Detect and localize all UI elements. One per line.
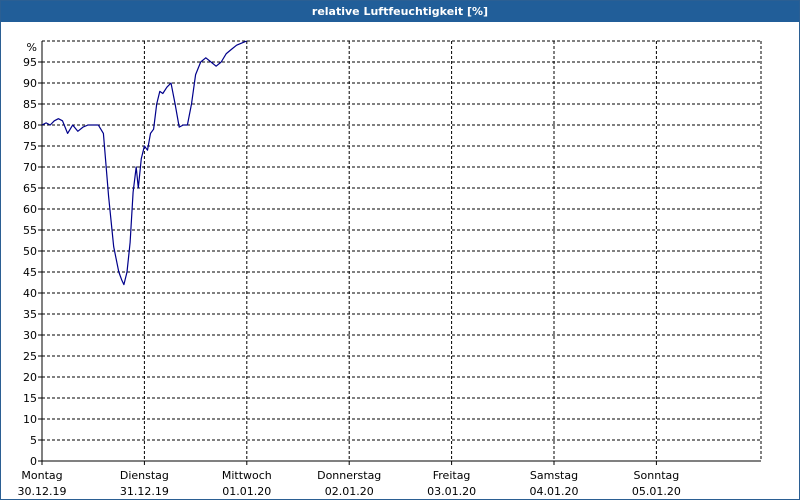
y-tick-label: 25 [23,350,37,363]
y-tick-label: 10 [23,413,37,426]
y-tick-label: 55 [23,224,37,237]
x-tick-date-label: 03.01.20 [427,485,476,498]
y-unit-label: % [27,41,37,54]
y-tick-label: 15 [23,392,37,405]
x-tick-day-label: Sonntag [634,469,680,482]
y-tick-label: 95 [23,56,37,69]
y-tick-label: 30 [23,329,37,342]
humidity-chart: 0 5 10 15 20 25 30 35 40 45 50 55 60 65 70 75 80 85 90 95% M… [18,40,762,498]
y-tick-label: 50 [23,245,37,258]
y-tick-label: 65 [23,182,37,195]
x-tick-day-label: Montag [21,469,62,482]
y-tick-label: 0 [30,455,37,468]
y-tick-label: 60 [23,203,37,216]
x-tick-day-label: Donnerstag [317,469,381,482]
x-tick-date-label: 04.01.20 [530,485,579,498]
x-tick-day-label: Dienstag [120,469,169,482]
x-tick-date-label: 01.01.20 [222,485,271,498]
y-tick-label: 5 [30,434,37,447]
x-tick-day-label: Mittwoch [222,469,272,482]
y-tick-label: 40 [23,287,37,300]
y-tick-label: 80 [23,119,37,132]
x-tick-day-label: Freitag [433,469,471,482]
y-tick-label: 90 [23,77,37,90]
y-tick-label: 70 [23,161,37,174]
x-tick-day-label: Samstag [530,469,578,482]
y-tick-label: 45 [23,266,37,279]
y-tick-label: 75 [23,140,37,153]
x-tick-date-label: 05.01.20 [632,485,681,498]
x-tick-date-label: 30.12.19 [18,485,67,498]
y-tick-label: 85 [23,98,37,111]
y-tick-label: 35 [23,308,37,321]
chart-window: relative Luftfeuchtigkeit [%] 0 5 10 15 20 25… [0,0,800,500]
x-tick-date-label: 02.01.20 [325,485,374,498]
x-tick-date-label: 31.12.19 [120,485,169,498]
y-tick-label: 20 [23,371,37,384]
